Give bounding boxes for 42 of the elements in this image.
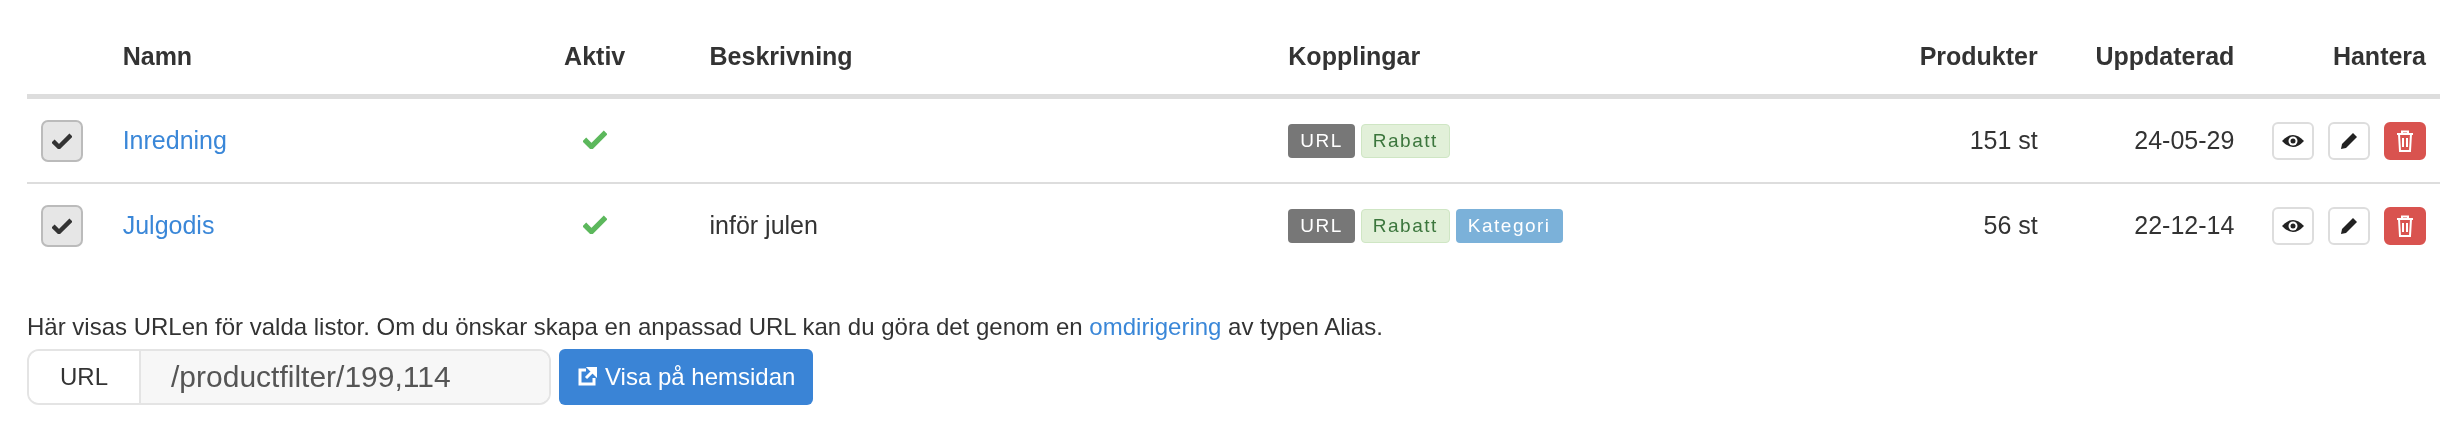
delete-button[interactable] xyxy=(2384,206,2426,245)
column-header: Aktiv xyxy=(493,18,696,97)
checkbox[interactable] xyxy=(41,119,83,162)
view-button[interactable] xyxy=(2272,206,2314,245)
view-button[interactable] xyxy=(2272,121,2314,160)
category-tag: Kategori xyxy=(1455,208,1563,243)
edit-button[interactable] xyxy=(2328,121,2370,160)
url-field[interactable]: URL /productfilter/199,114 xyxy=(27,349,551,405)
url-tag: URL xyxy=(1288,208,1355,243)
column-header: Namn xyxy=(108,18,494,97)
column-header: Produkter xyxy=(1848,18,2052,97)
edit-button[interactable] xyxy=(2328,206,2370,245)
column-header: Beskrivning xyxy=(695,18,1275,97)
trash-icon xyxy=(2396,214,2414,237)
pencil-icon xyxy=(2339,215,2359,236)
pencil-icon xyxy=(2339,130,2359,151)
checkbox[interactable] xyxy=(41,204,83,247)
redirect-link[interactable]: omdirigering xyxy=(1089,313,1222,340)
discount-tag: Rabatt xyxy=(1360,208,1450,243)
discount-tag: Rabatt xyxy=(1360,123,1450,158)
info-text: Här visas URLen för valda listor. Om du önskar skapa en anpassad URL kan du göra det genom en omdirigering av typen Alias. xyxy=(27,313,1384,341)
column-header: Kopplingar xyxy=(1274,18,1849,97)
list-name-link[interactable]: Julgodis xyxy=(122,211,215,239)
trash-icon xyxy=(2396,129,2414,152)
column-header: Uppdaterad xyxy=(2051,18,2249,97)
updated-date: 22-12-14 xyxy=(2134,211,2235,239)
external-link-icon xyxy=(577,367,597,387)
description-text: inför julen xyxy=(709,211,818,239)
check-icon xyxy=(52,217,72,234)
eye-icon xyxy=(2281,217,2305,234)
show-on-site-button[interactable]: Visa på hemsidan xyxy=(559,349,814,405)
url-tag: URL xyxy=(1288,123,1355,158)
list-name-link[interactable]: Inredning xyxy=(122,126,227,154)
delete-button[interactable] xyxy=(2384,121,2426,160)
check-icon xyxy=(52,132,72,149)
field-label: URL xyxy=(29,351,141,403)
product-count: 56 st xyxy=(1983,211,2038,239)
url-value: /productfilter/199,114 xyxy=(141,351,549,403)
product-count: 151 st xyxy=(1969,126,2038,154)
updated-date: 24-05-29 xyxy=(2134,126,2235,154)
column-header: Hantera xyxy=(2248,18,2440,97)
eye-icon xyxy=(2281,132,2305,149)
